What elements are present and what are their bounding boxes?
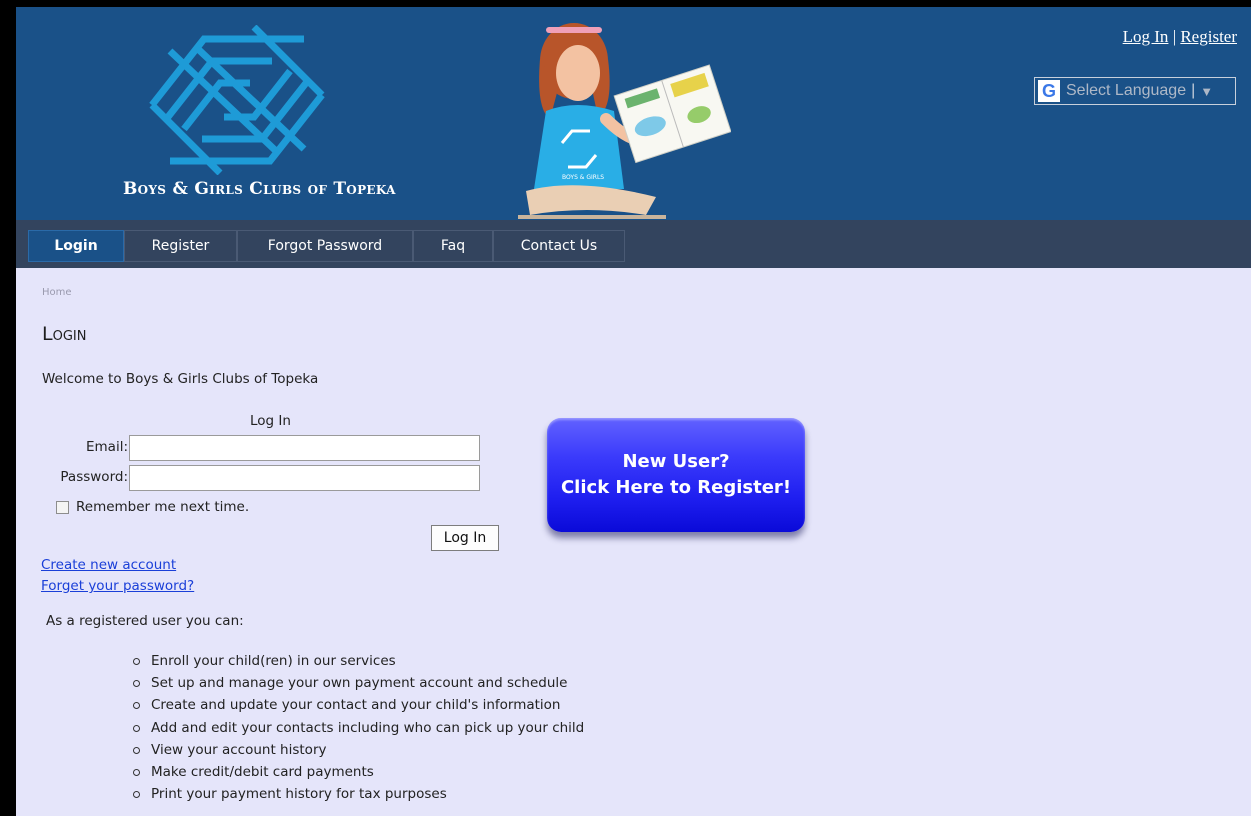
nav-tab-login[interactable]: Login bbox=[28, 230, 124, 262]
new-user-register-button[interactable]: New User? Click Here to Register! bbox=[547, 418, 805, 532]
auth-separator: | bbox=[1172, 27, 1177, 46]
girl-reading-photo: BOYS & GIRLS bbox=[518, 23, 731, 219]
password-field[interactable] bbox=[129, 465, 480, 491]
email-label: Email: bbox=[85, 439, 128, 455]
list-item: Make credit/debit card payments bbox=[132, 761, 584, 783]
language-selector[interactable]: G Select Language | ▼ bbox=[1034, 77, 1236, 105]
welcome-text: Welcome to Boys & Girls Clubs of Topeka bbox=[42, 371, 319, 387]
email-field[interactable] bbox=[129, 435, 480, 461]
nav-tab-forgot-password[interactable]: Forgot Password bbox=[237, 230, 413, 262]
svg-text:BOYS & GIRLS: BOYS & GIRLS bbox=[562, 174, 604, 181]
site-header: Boys & Girls Clubs of Topeka BOYS & GIRL… bbox=[16, 7, 1251, 220]
main-nav: Login Register Forgot Password Faq Conta… bbox=[16, 220, 1251, 268]
list-item: Create and update your contact and your … bbox=[132, 694, 584, 716]
forgot-password-link[interactable]: Forget your password? bbox=[41, 578, 194, 594]
page-title: Login bbox=[42, 323, 87, 345]
list-item: Add and edit your contacts including who… bbox=[132, 717, 584, 739]
password-label: Password: bbox=[60, 469, 128, 485]
list-item: Enroll your child(ren) in our services bbox=[132, 650, 584, 672]
benefits-list: Enroll your child(ren) in our services S… bbox=[132, 650, 584, 805]
header-login-link[interactable]: Log In bbox=[1123, 27, 1169, 46]
list-item: View your account history bbox=[132, 739, 584, 761]
language-selector-label: Select Language bbox=[1066, 82, 1187, 99]
create-account-link[interactable]: Create new account bbox=[41, 557, 176, 573]
register-button-line1: New User? bbox=[622, 451, 730, 472]
nav-tab-register[interactable]: Register bbox=[124, 230, 237, 262]
login-submit-button[interactable]: Log In bbox=[431, 525, 499, 551]
google-g-icon: G bbox=[1038, 80, 1060, 102]
list-item: Set up and manage your own payment accou… bbox=[132, 672, 584, 694]
remember-me-checkbox[interactable] bbox=[56, 501, 69, 514]
club-logo-icon bbox=[149, 25, 325, 175]
remember-me-label[interactable]: Remember me next time. bbox=[76, 499, 249, 515]
list-item: Print your payment history for tax purpo… bbox=[132, 783, 584, 805]
login-form-heading: Log In bbox=[250, 413, 291, 429]
language-separator: | bbox=[1191, 82, 1196, 99]
breadcrumb[interactable]: Home bbox=[42, 287, 72, 298]
registered-user-intro: As a registered user you can: bbox=[46, 613, 244, 629]
page: Boys & Girls Clubs of Topeka BOYS & GIRL… bbox=[16, 7, 1251, 816]
register-button-line2: Click Here to Register! bbox=[560, 477, 792, 498]
org-name: Boys & Girls Clubs of Topeka bbox=[123, 179, 396, 199]
auth-links: Log In | Register bbox=[1123, 27, 1237, 47]
dropdown-arrow-icon: ▼ bbox=[1200, 83, 1214, 99]
nav-tab-contact-us[interactable]: Contact Us bbox=[493, 230, 625, 262]
nav-tab-faq[interactable]: Faq bbox=[413, 230, 493, 262]
header-register-link[interactable]: Register bbox=[1180, 27, 1237, 46]
